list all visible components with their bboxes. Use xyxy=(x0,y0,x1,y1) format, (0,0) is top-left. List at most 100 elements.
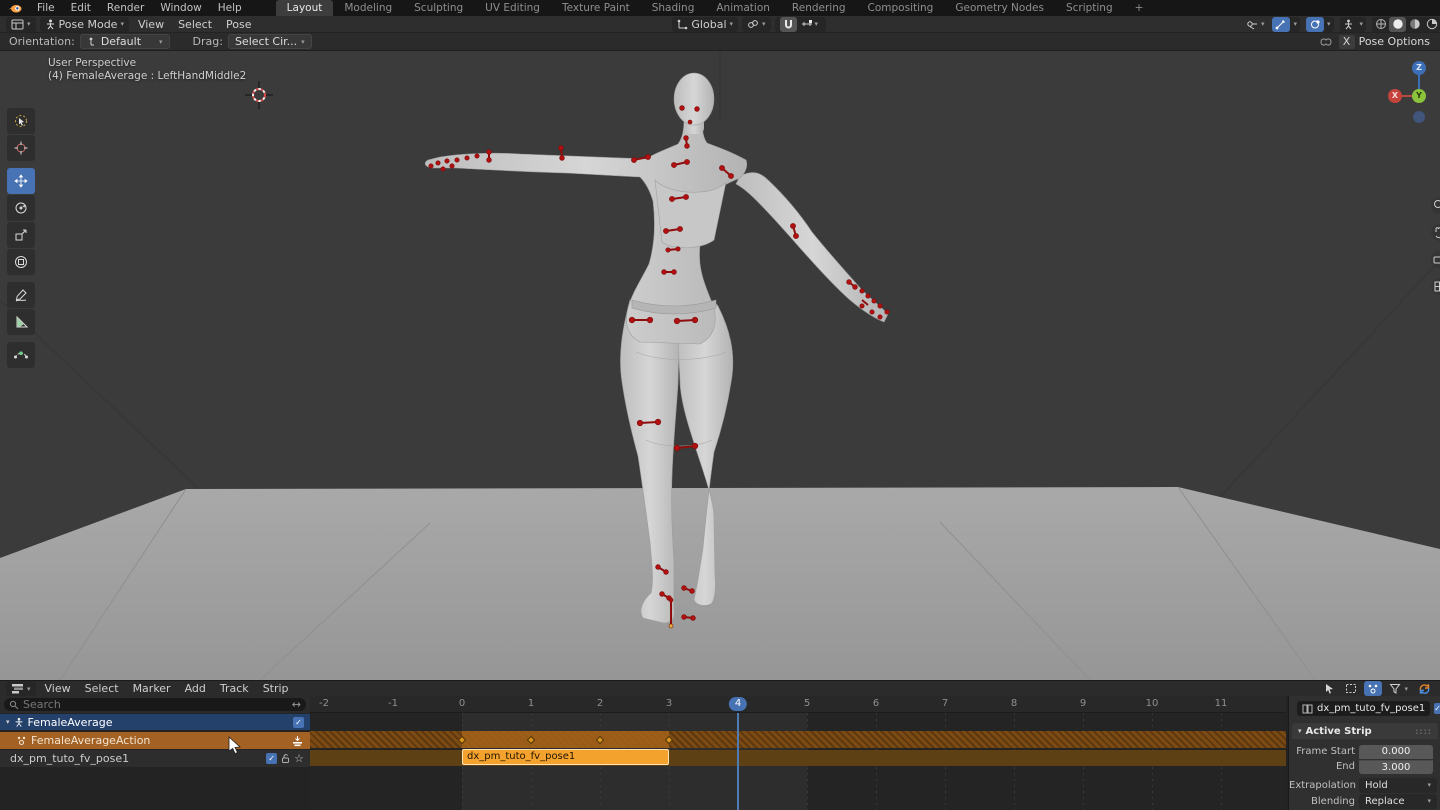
nla-menu-add[interactable]: Add xyxy=(178,682,213,695)
tab-sculpting[interactable]: Sculpting xyxy=(403,0,474,16)
menu-select[interactable]: Select xyxy=(171,18,219,31)
snap-target-dropdown[interactable]: ▾ xyxy=(798,17,822,32)
snap-toggle-button[interactable] xyxy=(780,17,797,32)
end-label: End xyxy=(1289,761,1355,772)
tool-move[interactable] xyxy=(7,168,35,194)
gizmos-toggle[interactable] xyxy=(1272,17,1290,32)
nla-menu-strip[interactable]: Strip xyxy=(256,682,296,695)
expand-arrows-icon[interactable]: ↔ xyxy=(292,698,301,711)
tab-modeling[interactable]: Modeling xyxy=(333,0,403,16)
navigation-gizmo[interactable]: Z X Y xyxy=(1392,59,1440,117)
gizmo-y-axis[interactable]: Y xyxy=(1412,89,1426,103)
track-enable-checkbox[interactable]: ✓ xyxy=(266,753,277,764)
tool-measure[interactable] xyxy=(7,309,35,335)
tab-animation[interactable]: Animation xyxy=(705,0,781,16)
shading-solid-button[interactable] xyxy=(1389,17,1406,32)
tool-pose-breakdowner[interactable] xyxy=(7,342,35,368)
nla-menu-track[interactable]: Track xyxy=(213,682,256,695)
track-row-dx-pm-tuto[interactable]: dx_pm_tuto_fv_pose1 ✓ ☆ xyxy=(0,750,310,767)
menu-render[interactable]: Render xyxy=(99,1,152,15)
shading-rendered-button[interactable] xyxy=(1423,17,1440,32)
nla-menu-view[interactable]: View xyxy=(38,682,78,695)
timeline-ruler[interactable]: -2 -1 0 1 2 3 5 6 7 8 9 10 11 4 xyxy=(310,696,1286,713)
tab-uv-editing[interactable]: UV Editing xyxy=(474,0,551,16)
pose-options-panel-tab[interactable]: Pose Options xyxy=(1359,35,1440,48)
add-workspace-button[interactable]: + xyxy=(1124,0,1155,16)
overlays-dropdown[interactable]: ▾ xyxy=(1324,17,1334,32)
viewport-pan-button[interactable] xyxy=(1431,224,1440,241)
tool-scale[interactable] xyxy=(7,222,35,248)
mode-selector-dropdown[interactable]: Pose Mode ▾ xyxy=(40,17,129,32)
playhead-line[interactable] xyxy=(737,713,739,810)
end-field[interactable]: 3.000 xyxy=(1359,760,1433,774)
solo-star-icon[interactable]: ☆ xyxy=(294,752,304,765)
gizmos-dropdown[interactable]: ▾ xyxy=(1290,17,1300,32)
tool-select-box[interactable] xyxy=(7,108,35,134)
xray-dropdown[interactable]: ▾ xyxy=(1357,17,1367,32)
tool-cursor[interactable] xyxy=(7,135,35,161)
mirror-x-toggle[interactable]: X xyxy=(1339,35,1355,49)
tool-rotate[interactable] xyxy=(7,195,35,221)
extrapolation-dropdown[interactable]: Hold ▾ xyxy=(1359,778,1437,793)
nla-strip-area[interactable]: dx_pm_tuto_fv_pose1 xyxy=(310,713,1286,810)
nla-filter-dropdown[interactable]: ▾ xyxy=(1384,681,1413,696)
tab-geometry-nodes[interactable]: Geometry Nodes xyxy=(944,0,1055,16)
viewport-zoom-button[interactable] xyxy=(1431,197,1440,214)
editor-type-dropdown[interactable]: ▾ xyxy=(6,17,36,32)
search-input[interactable]: Search ↔ xyxy=(4,698,306,711)
nla-menu-select[interactable]: Select xyxy=(78,682,126,695)
viewport-perspective-button[interactable] xyxy=(1431,278,1440,295)
transform-orientation-dropdown[interactable]: Global ▾ xyxy=(672,17,738,32)
snap-toggle-group: ▾ xyxy=(775,17,827,32)
tab-texture-paint[interactable]: Texture Paint xyxy=(551,0,641,16)
track-mute-checkbox[interactable]: ✓ xyxy=(293,717,304,728)
gizmo-z-axis[interactable]: Z xyxy=(1412,61,1426,75)
viewport-overlay-text: User Perspective (4) FemaleAverage : Lef… xyxy=(48,57,246,83)
shading-material-button[interactable] xyxy=(1406,17,1423,32)
frame-start-field[interactable]: 0.000 xyxy=(1359,745,1433,759)
menu-pose[interactable]: Pose xyxy=(219,18,258,31)
tool-transform[interactable] xyxy=(7,249,35,275)
nla-editor-type-dropdown[interactable]: ▾ xyxy=(6,681,36,696)
menu-edit[interactable]: Edit xyxy=(63,1,99,15)
blending-dropdown[interactable]: Replace ▾ xyxy=(1359,794,1437,809)
active-strip-panel-header[interactable]: ▾ Active Strip :::: xyxy=(1292,723,1438,739)
drag-dropdown[interactable]: Select Cir... ▾ xyxy=(228,34,312,49)
track-name: FemaleAverage xyxy=(28,716,113,729)
gizmo-x-axis[interactable]: X xyxy=(1388,89,1402,103)
nla-sync-button[interactable] xyxy=(1413,681,1436,696)
nla-frame-markers-button[interactable] xyxy=(1340,681,1362,696)
push-down-action-icon[interactable] xyxy=(291,735,304,747)
pivot-point-dropdown[interactable]: ▾ xyxy=(742,17,771,32)
xray-toggle[interactable] xyxy=(1340,17,1357,32)
menu-help[interactable]: Help xyxy=(210,1,250,15)
unlock-icon[interactable] xyxy=(280,753,291,764)
tab-scripting[interactable]: Scripting xyxy=(1055,0,1124,16)
nla-menu-marker[interactable]: Marker xyxy=(126,682,178,695)
track-row-femaleaverageaction[interactable]: FemaleAverageAction xyxy=(0,732,310,749)
overlays-toggle[interactable] xyxy=(1306,17,1324,32)
tool-annotate[interactable] xyxy=(7,282,35,308)
tab-shading[interactable]: Shading xyxy=(641,0,706,16)
current-frame-indicator[interactable]: 4 xyxy=(729,697,747,711)
panel-grip-icon[interactable]: :::: xyxy=(1415,727,1432,736)
show-visibility-dropdown[interactable]: ▾ xyxy=(1240,17,1270,32)
menu-window[interactable]: Window xyxy=(152,1,209,15)
nla-strip[interactable]: dx_pm_tuto_fv_pose1 xyxy=(462,749,669,765)
tab-layout[interactable]: Layout xyxy=(276,0,334,16)
3d-viewport[interactable]: User Perspective (4) FemaleAverage : Lef… xyxy=(0,51,1440,680)
viewport-camera-button[interactable] xyxy=(1431,251,1440,268)
action-track-strip[interactable] xyxy=(310,731,1286,748)
menu-file[interactable]: File xyxy=(29,1,63,15)
nla-control-curves-toggle[interactable] xyxy=(1364,681,1382,696)
tab-rendering[interactable]: Rendering xyxy=(781,0,857,16)
gizmo-minus-z-axis[interactable] xyxy=(1413,111,1425,123)
shading-wireframe-button[interactable] xyxy=(1372,17,1389,32)
nla-tweak-cursor-button[interactable] xyxy=(1319,681,1340,696)
track-row-femaleaverage[interactable]: ▾ FemaleAverage ✓ xyxy=(0,714,310,730)
menu-view[interactable]: View xyxy=(131,18,171,31)
orientation-dropdown[interactable]: Default ▾ xyxy=(80,34,170,49)
strip-enable-checkbox[interactable]: ✓ xyxy=(1434,703,1440,714)
tab-compositing[interactable]: Compositing xyxy=(857,0,945,16)
strip-datablock-field[interactable]: dx_pm_tuto_fv_pose1 xyxy=(1297,701,1430,716)
